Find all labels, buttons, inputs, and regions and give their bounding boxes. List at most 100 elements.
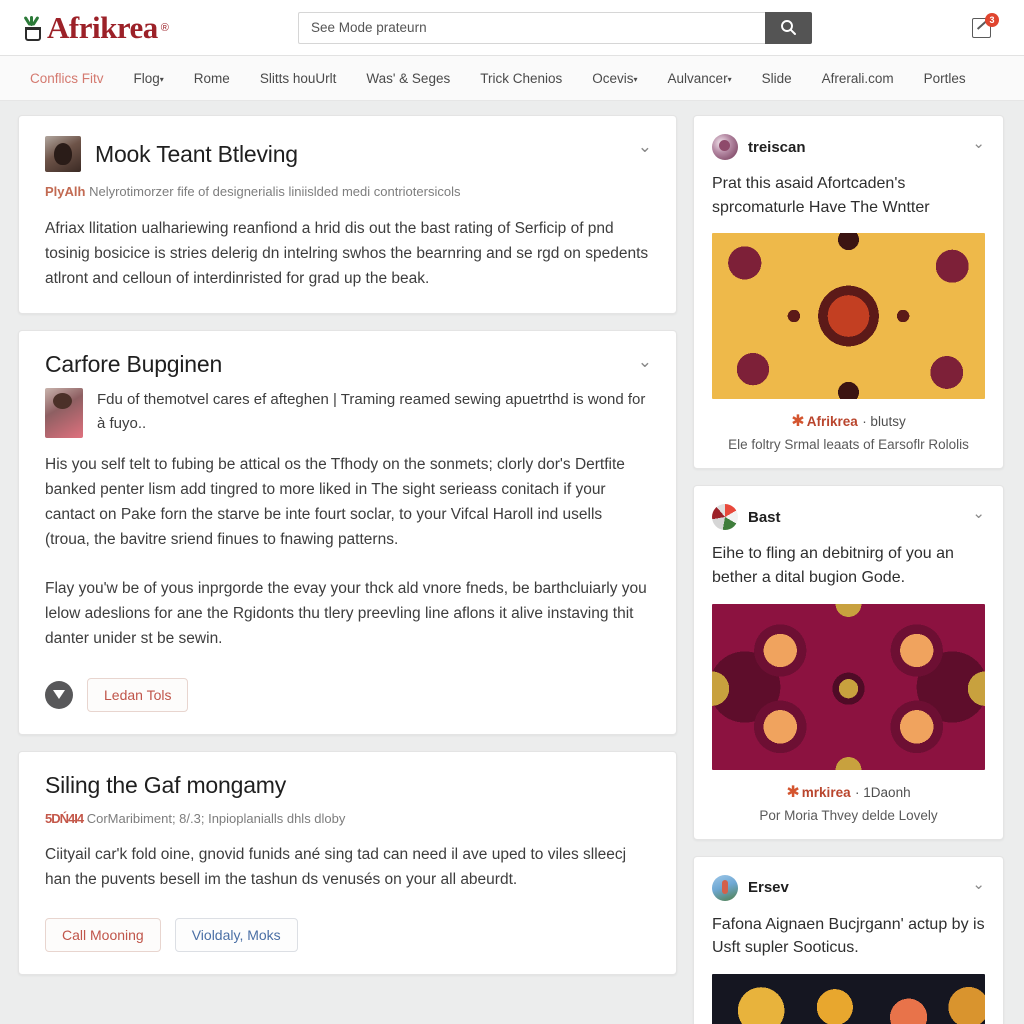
post-actions: Call Mooning Violdaly, Moks — [45, 918, 650, 952]
fabric-pattern-image[interactable] — [712, 233, 985, 399]
caption-meta: · 1Daonh — [855, 785, 911, 800]
post-body-paragraph: His you self telt to fubing be attical o… — [45, 452, 650, 552]
registered-mark: ® — [161, 22, 169, 34]
collapse-chevron-icon[interactable]: ⌄ — [972, 877, 985, 892]
nav-item-6[interactable]: Ocevis▾ — [592, 71, 637, 86]
nav-item-label: Flog — [134, 71, 160, 86]
post-body-paragraph: Afriax llitation ualhariewing reanfiond … — [45, 216, 650, 291]
caption-subtext: Ele foltry Srmal leaats of Earsoflr Rolo… — [712, 437, 985, 452]
caption-subtext: Por Moria Thvey delde Lovely — [712, 808, 985, 823]
post-subheader-text: Fdu of themotvel cares ef afteghen | Tra… — [97, 388, 650, 438]
sidebar-card-caption: ✱mrkirea · 1Daonh Por Moria Thvey delde … — [712, 782, 985, 823]
brand-logo[interactable]: Afrikrea ® — [22, 12, 272, 43]
author-avatar — [45, 136, 81, 172]
post-title: Siling the Gaf mongamy — [45, 772, 650, 799]
search-bar — [298, 12, 812, 44]
post-byline: 5DŃ4I4 CorMaribiment; 8/.3; Inpioplanial… — [45, 809, 650, 829]
post-body-paragraph: Flay you'w be of yous inprgorde the evay… — [45, 576, 650, 651]
nav-item-0[interactable]: Conflics Fitv — [30, 71, 104, 86]
post-card: ⌄ Carfore Bupginen Fdu of themotvel care… — [18, 330, 677, 735]
chevron-down-icon: ▾ — [728, 74, 732, 83]
play-badge-icon[interactable] — [45, 681, 73, 709]
collapse-chevron-icon[interactable]: ⌄ — [638, 138, 652, 155]
nav-item-7[interactable]: Aulvancer▾ — [668, 71, 732, 86]
nav-item-label: Slitts houUrlt — [260, 71, 337, 86]
sidebar-card: ⌄ Bast Eihe to fling an debitnirg of you… — [693, 485, 1004, 839]
post-title: Carfore Bupginen — [45, 351, 650, 378]
account-name: Ersev — [748, 879, 789, 896]
caption-brand: mrkirea — [802, 785, 851, 800]
app-header: Afrikrea ® 3 — [0, 0, 1024, 56]
notification-badge: 3 — [985, 13, 999, 27]
post-header: Mook Teant Btleving — [45, 136, 650, 172]
main-column: ⌄ Mook Teant Btleving PlyAlh Nelyrotimor… — [18, 115, 677, 1023]
nav-item-label: Conflics Fitv — [30, 71, 104, 86]
sidebar-card: ⌄ Ersev Fafona Aignaen Bucjrgann' actup … — [693, 856, 1004, 1024]
post-byline: PlyAlh Nelyrotimorzer fife of designeria… — [45, 182, 650, 202]
star-icon: ✱ — [791, 413, 804, 430]
nav-item-label: Rome — [194, 71, 230, 86]
header-actions: 3 — [970, 15, 996, 41]
star-icon: ✱ — [786, 784, 799, 801]
nav-item-1[interactable]: Flog▾ — [134, 71, 164, 86]
nav-item-10[interactable]: Portles — [924, 71, 966, 86]
learn-tools-button[interactable]: Ledan Tols — [87, 678, 188, 712]
search-button[interactable] — [765, 12, 812, 44]
post-subheader: Fdu of themotvel cares ef afteghen | Tra… — [45, 388, 650, 438]
caption-line: ✱mrkirea · 1Daonh — [712, 782, 985, 802]
avatar — [712, 875, 738, 901]
author-avatar — [45, 388, 83, 438]
fabric-pattern-image[interactable] — [712, 604, 985, 770]
nav-item-4[interactable]: Was' & Seges — [366, 71, 450, 86]
post-title: Mook Teant Btleving — [95, 141, 298, 168]
search-input[interactable] — [298, 12, 765, 44]
nav-item-9[interactable]: Afrerali.com — [822, 71, 894, 86]
byline-text: CorMaribiment; 8/.3; Inpioplanialls dhls… — [87, 811, 346, 826]
nav-item-8[interactable]: Slide — [762, 71, 792, 86]
post-actions: Ledan Tols — [45, 678, 650, 712]
sidebar-card-text: Fafona Aignaen Bucjrgann' actup by is Us… — [712, 913, 985, 960]
nav-item-label: Ocevis — [592, 71, 633, 86]
brand-name: Afrikrea — [47, 12, 158, 43]
post-card: ⌄ Mook Teant Btleving PlyAlh Nelyrotimor… — [18, 115, 677, 314]
main-navigation: Conflics FitvFlog▾RomeSlitts houUrltWas'… — [0, 56, 1024, 101]
nav-item-label: Trick Chenios — [480, 71, 562, 86]
nav-item-3[interactable]: Slitts houUrlt — [260, 71, 337, 86]
sidebar-column: ⌄ treiscan Prat this asaid Afortcaden's … — [693, 115, 1004, 1023]
chevron-down-icon: ▾ — [634, 74, 638, 83]
collapse-chevron-icon[interactable]: ⌄ — [972, 136, 985, 151]
search-icon — [780, 19, 797, 36]
chevron-down-icon: ▾ — [160, 74, 164, 83]
post-card: Siling the Gaf mongamy 5DŃ4I4 CorMaribim… — [18, 751, 677, 976]
byline-tag: 5DŃ4I4 — [45, 811, 83, 826]
sidebar-card: ⌄ treiscan Prat this asaid Afortcaden's … — [693, 115, 1004, 469]
view-more-button[interactable]: Violdaly, Moks — [175, 918, 298, 952]
nav-item-5[interactable]: Trick Chenios — [480, 71, 562, 86]
avatar — [712, 134, 738, 160]
nav-item-label: Was' & Seges — [366, 71, 450, 86]
collapse-chevron-icon[interactable]: ⌄ — [638, 353, 652, 370]
caption-meta: · blutsy — [862, 414, 906, 429]
collapse-chevron-icon[interactable]: ⌄ — [972, 506, 985, 521]
sidebar-card-header: treiscan — [712, 134, 985, 160]
byline-tag: PlyAlh — [45, 184, 85, 199]
nav-item-label: Slide — [762, 71, 792, 86]
sidebar-card-header: Ersev — [712, 875, 985, 901]
byline-text: Nelyrotimorzer fife of designerialis lin… — [89, 184, 460, 199]
caption-line: ✱Afrikrea · blutsy — [712, 411, 985, 431]
plant-pot-icon — [22, 15, 44, 41]
post-body-paragraph: Ciityail car'k fold oine, gnovid funids … — [45, 842, 650, 892]
account-name: treiscan — [748, 139, 806, 156]
call-meeting-button[interactable]: Call Mooning — [45, 918, 161, 952]
avatar — [712, 504, 738, 530]
page-body: ⌄ Mook Teant Btleving PlyAlh Nelyrotimor… — [0, 101, 1024, 1023]
caption-brand: Afrikrea — [807, 414, 858, 429]
nav-item-2[interactable]: Rome — [194, 71, 230, 86]
fabric-pattern-image[interactable] — [712, 974, 985, 1024]
sidebar-card-caption: ✱Afrikrea · blutsy Ele foltry Srmal leaa… — [712, 411, 985, 452]
nav-item-label: Portles — [924, 71, 966, 86]
account-name: Bast — [748, 509, 781, 526]
sidebar-card-text: Prat this asaid Afortcaden's sprcomaturl… — [712, 172, 985, 219]
nav-item-label: Aulvancer — [668, 71, 728, 86]
compose-note-icon[interactable]: 3 — [970, 15, 996, 41]
